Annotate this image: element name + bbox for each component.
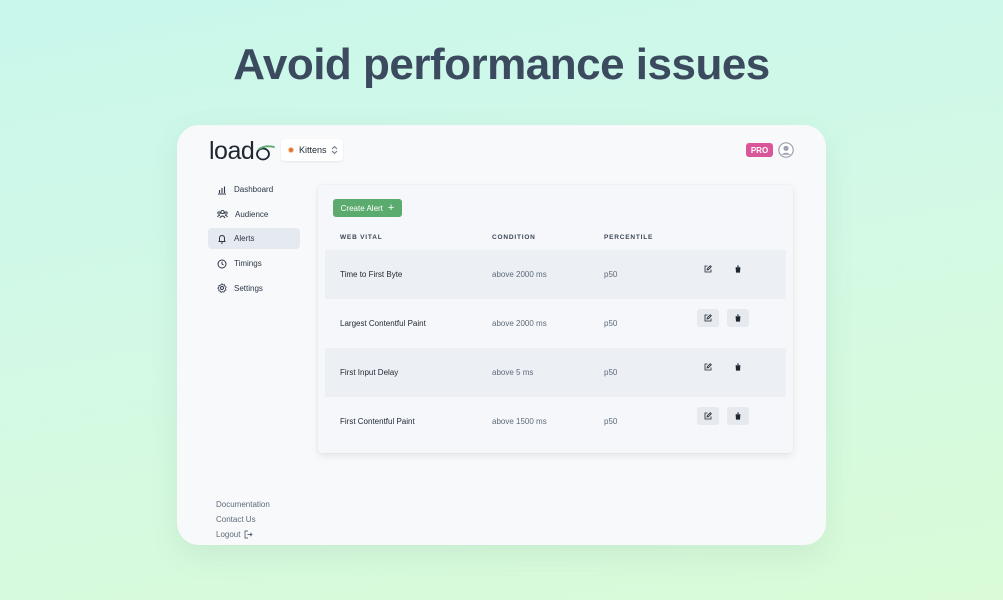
- edit-icon: [704, 265, 712, 273]
- percentile-cell: p50: [604, 417, 618, 426]
- sidebar-item-alerts[interactable]: Alerts: [208, 228, 300, 250]
- logout-label: Logout: [216, 530, 241, 539]
- trash-icon: [735, 314, 741, 322]
- gear-icon: [217, 283, 227, 294]
- edit-alert-button[interactable]: [697, 358, 719, 376]
- table-row: Time to First Byte above 2000 ms p50: [325, 250, 786, 299]
- condition-cell: above 2000 ms: [492, 270, 547, 279]
- sidebar-item-audience[interactable]: Audience: [208, 204, 300, 225]
- bell-icon: [218, 234, 226, 244]
- bar-chart-icon: [218, 186, 226, 195]
- table-row: First Contentful Paint above 1500 ms p50: [325, 397, 786, 446]
- percentile-cell: p50: [604, 368, 618, 377]
- percentile-cell: p50: [604, 319, 618, 328]
- sidebar-item-dashboard[interactable]: Dashboard: [208, 179, 300, 200]
- trash-icon: [735, 363, 741, 371]
- edit-icon: [704, 412, 712, 420]
- edit-icon: [704, 314, 712, 322]
- sidebar-item-label: Dashboard: [234, 185, 274, 194]
- project-selector[interactable]: Kittens: [281, 139, 343, 161]
- condition-cell: above 2000 ms: [492, 319, 547, 328]
- app-window: load Kittens PRO Dashboard Audience Aler…: [177, 125, 826, 545]
- edit-alert-button[interactable]: [697, 309, 719, 327]
- delete-alert-button[interactable]: [727, 260, 749, 278]
- edit-alert-button[interactable]: [697, 260, 719, 278]
- sidebar-item-label: Alerts: [234, 234, 255, 244]
- condition-cell: above 1500 ms: [492, 417, 547, 426]
- alerts-table: Time to First Byte above 2000 ms p50 Lar…: [325, 250, 786, 446]
- page-headline: Avoid performance issues: [233, 40, 770, 89]
- sidebar-item-timings[interactable]: Timings: [208, 253, 300, 274]
- clock-icon: [217, 259, 227, 269]
- plus-icon: +: [387, 201, 395, 214]
- edit-icon: [704, 363, 712, 371]
- user-avatar-icon[interactable]: [778, 142, 794, 158]
- logout-link[interactable]: Logout: [216, 527, 270, 542]
- web-vital-cell: Largest Contentful Paint: [340, 319, 426, 328]
- project-name: Kittens: [299, 145, 327, 155]
- delete-alert-button[interactable]: [727, 358, 749, 376]
- trash-icon: [735, 412, 741, 420]
- sidebar-footer: Documentation Contact Us Logout: [216, 497, 270, 542]
- logo-text: load: [209, 136, 255, 165]
- logout-icon: [245, 530, 254, 539]
- web-vital-cell: First Input Delay: [340, 368, 399, 377]
- logo[interactable]: load: [209, 136, 276, 165]
- column-header-condition: CONDITION: [492, 234, 536, 241]
- create-alert-button[interactable]: Create Alert +: [333, 199, 402, 217]
- sidebar-nav: Dashboard Audience Alerts Timings Settin…: [208, 179, 300, 302]
- delete-alert-button[interactable]: [727, 309, 749, 327]
- sidebar-item-label: Audience: [235, 209, 269, 219]
- column-header-web-vital: WEB VITAL: [340, 234, 383, 241]
- documentation-link[interactable]: Documentation: [216, 497, 270, 512]
- contact-us-link[interactable]: Contact Us: [216, 512, 270, 527]
- sidebar-item-label: Timings: [234, 259, 262, 269]
- alerts-panel: Create Alert + WEB VITAL CONDITION PERCE…: [318, 185, 793, 453]
- project-status-dot: [288, 147, 294, 153]
- pro-badge: PRO: [746, 143, 773, 157]
- edit-alert-button[interactable]: [697, 407, 719, 425]
- sidebar-item-label: Settings: [234, 283, 263, 293]
- percentile-cell: p50: [604, 270, 618, 279]
- logo-mark-icon: [256, 144, 276, 160]
- create-alert-label: Create Alert: [340, 203, 383, 213]
- table-row: Largest Contentful Paint above 2000 ms p…: [325, 299, 786, 348]
- table-row: First Input Delay above 5 ms p50: [325, 348, 786, 397]
- delete-alert-button[interactable]: [727, 407, 749, 425]
- chevron-up-down-icon: [331, 145, 337, 155]
- column-header-percentile: PERCENTILE: [604, 234, 654, 241]
- sidebar-item-settings[interactable]: Settings: [208, 278, 300, 299]
- web-vital-cell: Time to First Byte: [340, 270, 403, 279]
- web-vital-cell: First Contentful Paint: [340, 417, 415, 426]
- users-icon: [217, 210, 228, 219]
- condition-cell: above 5 ms: [492, 368, 534, 377]
- trash-icon: [735, 265, 741, 273]
